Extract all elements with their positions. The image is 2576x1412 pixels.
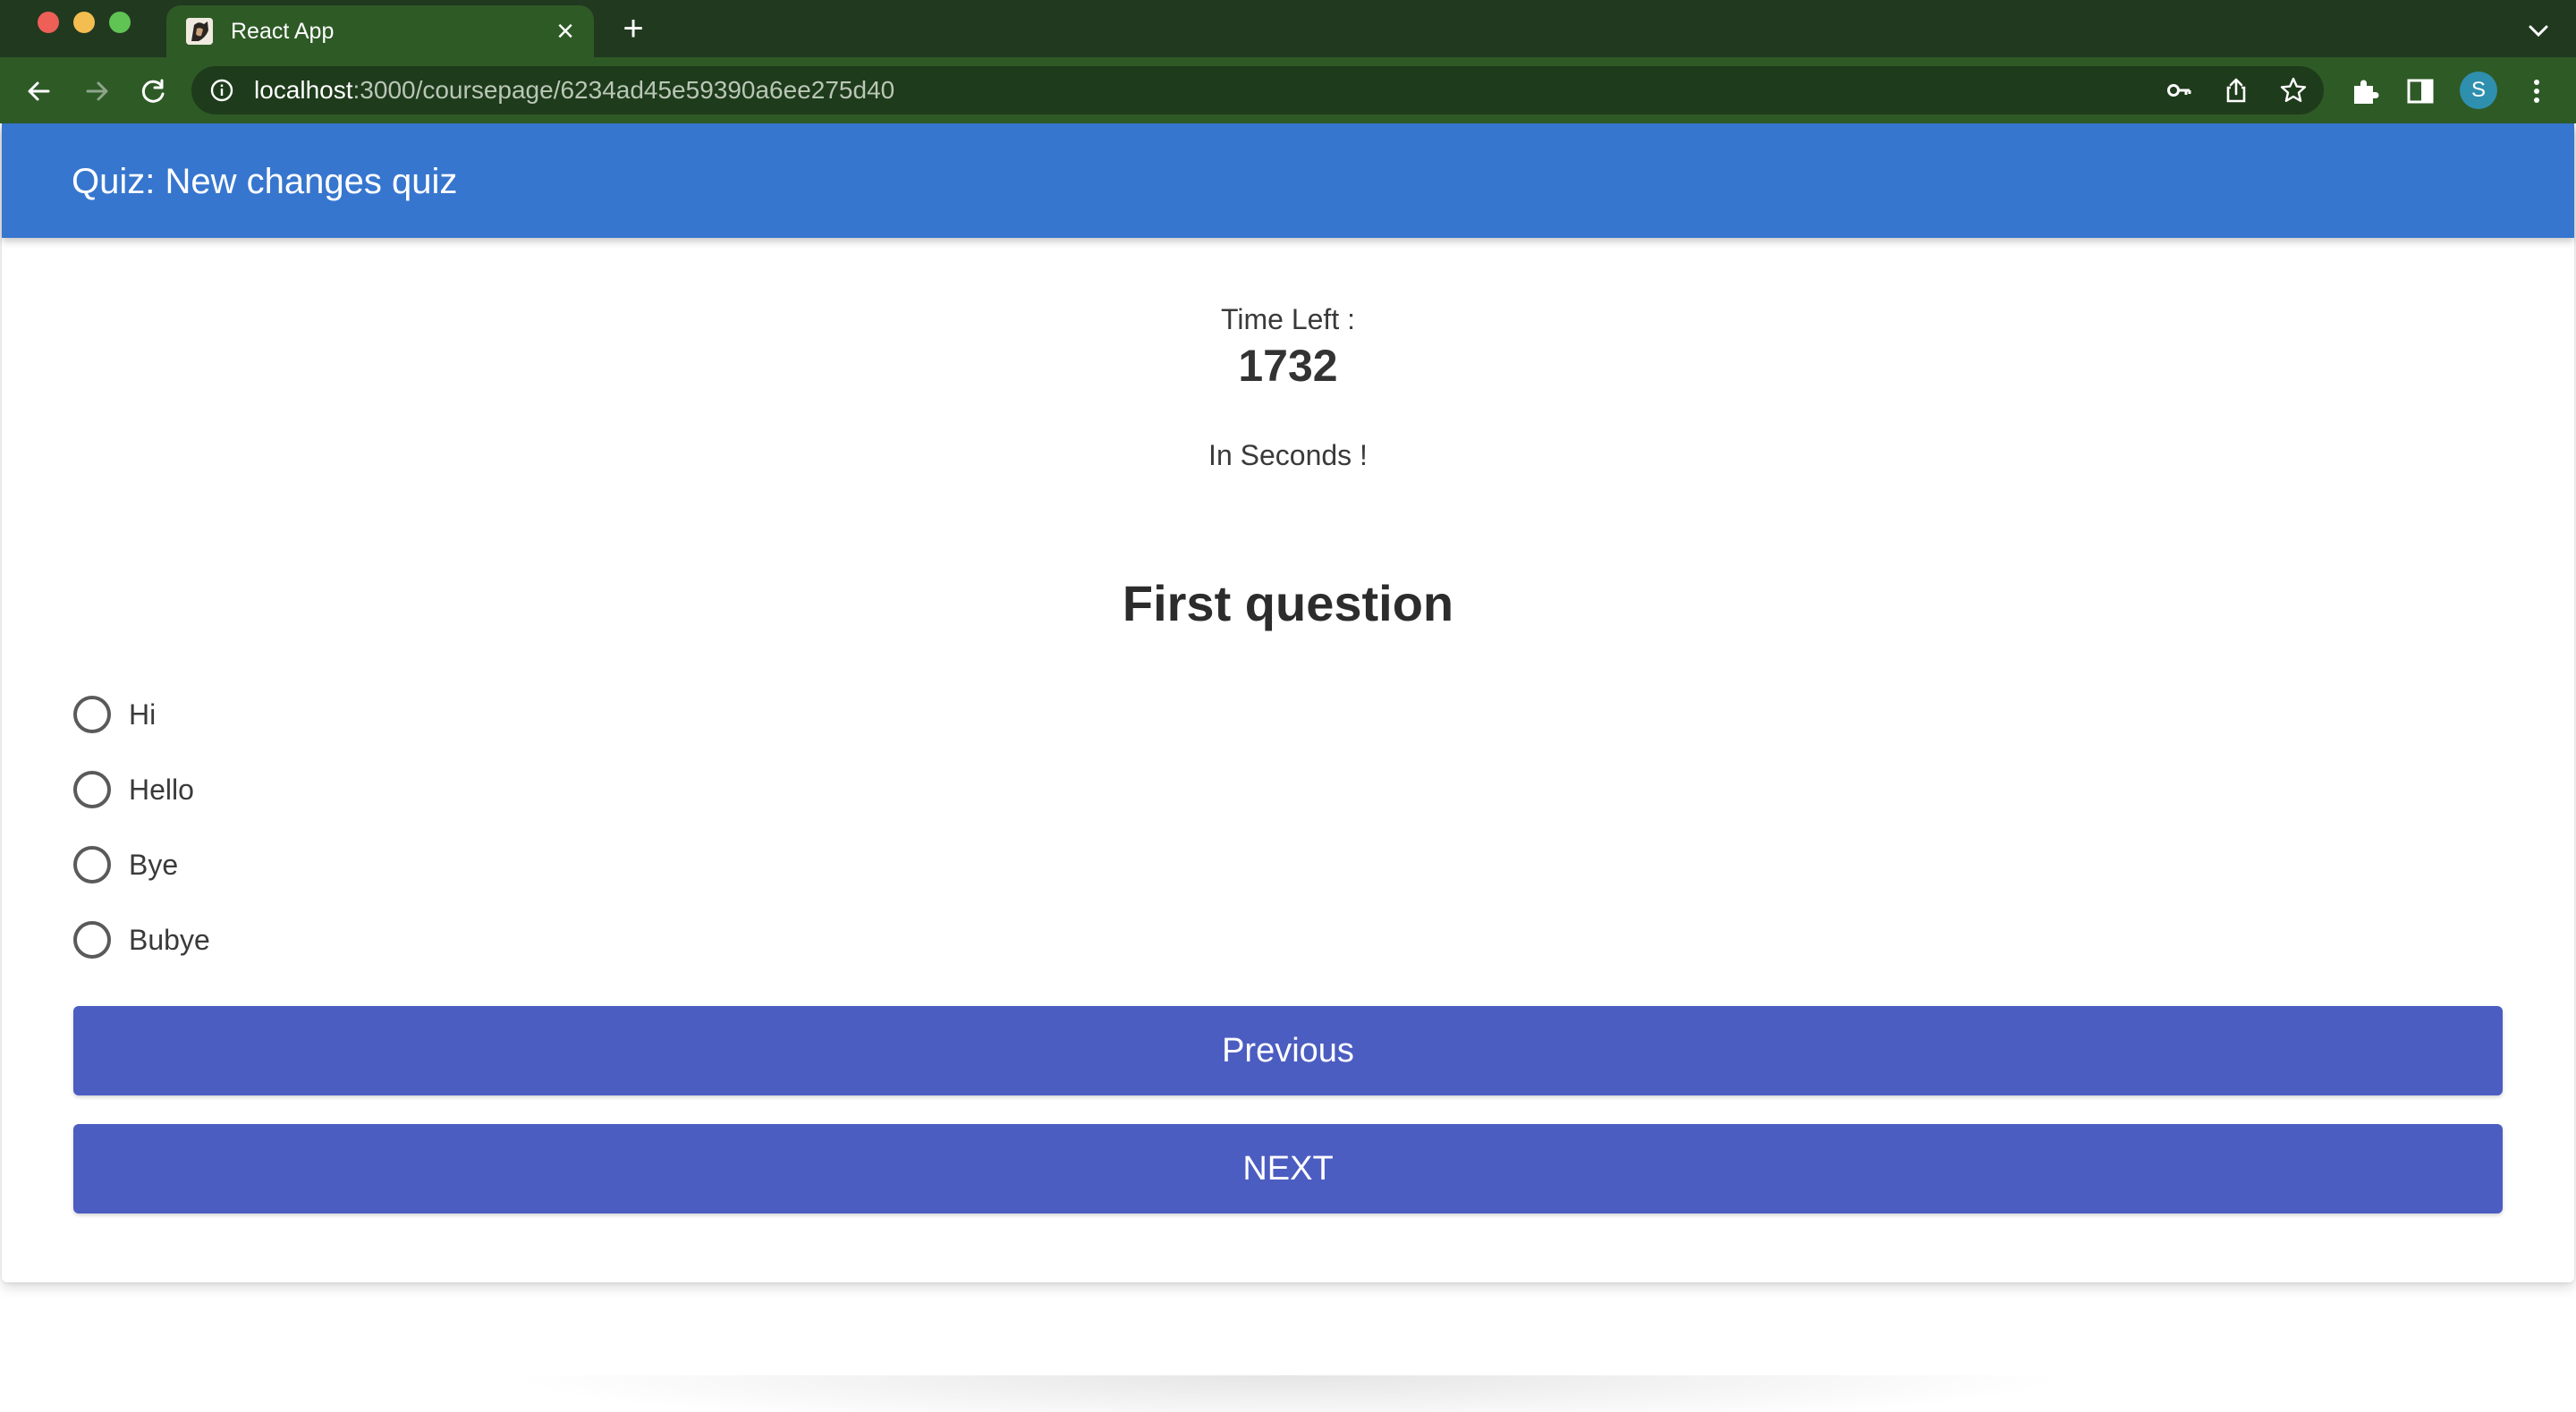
browser-toolbar: localhost:3000/coursepage/6234ad45e59390… [0, 57, 2576, 123]
previous-button[interactable]: Previous [73, 1006, 2503, 1095]
window-close-button[interactable] [38, 12, 59, 33]
address-bar[interactable]: localhost:3000/coursepage/6234ad45e59390… [191, 66, 2324, 114]
share-icon[interactable] [2222, 76, 2250, 105]
radio-button[interactable] [73, 771, 111, 808]
window-zoom-button[interactable] [109, 12, 131, 33]
radio-button[interactable] [73, 921, 111, 959]
time-unit-text: In Seconds ! [1208, 439, 1368, 471]
quiz-title: Quiz: New changes quiz [72, 162, 458, 201]
url-host: localhost [254, 76, 353, 104]
tab-close-icon[interactable]: × [551, 16, 580, 47]
radio-button[interactable] [73, 696, 111, 733]
quiz-card: Quiz: New changes quiz Time Left : 1732 … [2, 123, 2574, 1282]
app-bar: Quiz: New changes quiz [2, 123, 2574, 238]
reload-icon[interactable] [134, 72, 174, 111]
extensions-puzzle-icon[interactable] [2349, 75, 2381, 107]
answer-option[interactable]: Hello [73, 765, 610, 816]
time-left-label: Time Left : [1221, 303, 1355, 335]
browser-tab-bar: React App × + [0, 0, 2576, 57]
radio-button[interactable] [73, 846, 111, 884]
browser-menu-kebab-icon[interactable] [2521, 75, 2553, 107]
answer-option-label[interactable]: Hello [129, 773, 194, 807]
new-tab-plus-icon[interactable]: + [615, 11, 651, 48]
browser-tab-active[interactable]: React App × [166, 5, 594, 57]
tab-favicon-icon [186, 18, 213, 45]
next-button[interactable]: NEXT [73, 1124, 2503, 1213]
back-arrow-icon[interactable] [20, 72, 59, 111]
answer-option-label[interactable]: Hi [129, 698, 156, 731]
page-bottom-shadow [501, 1375, 2075, 1412]
key-icon[interactable] [2165, 76, 2193, 105]
answer-option-label[interactable]: Bubye [129, 923, 210, 957]
time-left-value: 1732 [1238, 341, 1338, 391]
tab-title: React App [231, 19, 335, 44]
side-panel-icon[interactable] [2404, 75, 2436, 107]
site-info-icon[interactable] [209, 78, 234, 103]
answer-option[interactable]: Hi [73, 690, 610, 740]
page-viewport: Quiz: New changes quiz Time Left : 1732 … [0, 123, 2576, 1412]
profile-avatar[interactable]: S [2460, 72, 2497, 109]
window-minimize-button[interactable] [73, 12, 95, 33]
bookmark-star-icon[interactable] [2279, 76, 2308, 105]
answer-option[interactable]: Bye [73, 841, 610, 891]
url-text[interactable]: localhost:3000/coursepage/6234ad45e59390… [254, 77, 894, 104]
forward-arrow-icon[interactable] [77, 72, 116, 111]
tab-search-chevron-icon[interactable] [2522, 14, 2555, 47]
answer-option-label[interactable]: Bye [129, 848, 178, 882]
question-title: First question [1122, 575, 1454, 631]
answer-option[interactable]: Bubye [73, 916, 610, 966]
url-path: :3000/coursepage/6234ad45e59390a6ee275d4… [352, 76, 895, 104]
